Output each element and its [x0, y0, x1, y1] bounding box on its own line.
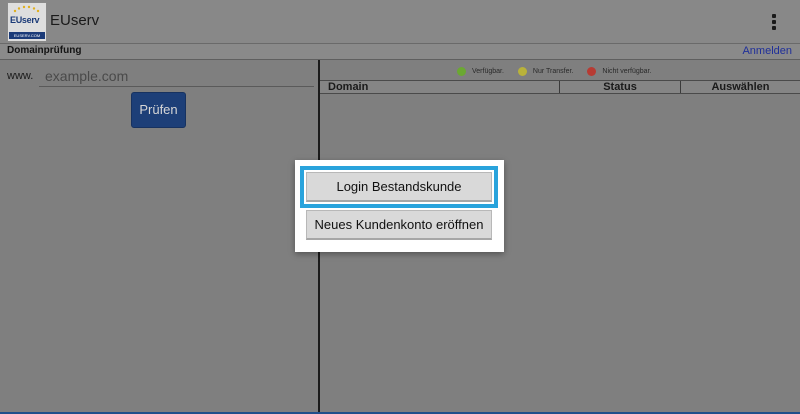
- login-existing-customer-button[interactable]: Login Bestandskunde: [300, 166, 498, 208]
- section-bar: Domainprüfung Anmelden: [0, 44, 800, 60]
- legend-label: Nur Transfer.: [532, 67, 574, 75]
- app-title: EUserv: [50, 12, 100, 29]
- euserv-logo[interactable]: EUserv EUSERV.COM: [7, 2, 47, 42]
- action-bar: EUserv EUSERV.COM EUserv: [0, 0, 800, 44]
- legend-label: Verfügbar.: [472, 67, 504, 75]
- domain-input[interactable]: [39, 65, 314, 87]
- www-prefix-label: www.: [7, 70, 34, 82]
- new-customer-account-button[interactable]: Neues Kundenkonto eröffnen: [306, 210, 492, 240]
- account-choice-dialog: Login Bestandskunde Neues Kundenkonto er…: [295, 160, 504, 252]
- legend-item-unavailable: Nicht verfügbar.: [587, 66, 652, 76]
- availability-legend: Verfügbar. Nur Transfer. Nicht verfügbar…: [457, 65, 665, 77]
- column-header-status[interactable]: Status: [560, 81, 681, 93]
- column-header-select[interactable]: Auswählen: [681, 81, 800, 93]
- unavailable-dot-icon: [587, 66, 597, 76]
- overflow-menu-icon[interactable]: [766, 12, 782, 32]
- logo-strip-text: EUSERV.COM: [9, 32, 45, 39]
- available-dot-icon: [457, 66, 466, 76]
- legend-item-available: Verfügbar.: [457, 66, 504, 76]
- section-title: Domainprüfung: [7, 45, 82, 56]
- logo-brand-text: EUserv: [10, 15, 40, 25]
- results-table-header: Domain Status Auswählen: [320, 80, 800, 94]
- login-link[interactable]: Anmelden: [742, 45, 792, 57]
- check-button[interactable]: Prüfen: [131, 92, 186, 128]
- legend-label: Nicht verfügbar.: [602, 67, 652, 75]
- legend-item-transfer: Nur Transfer.: [517, 66, 574, 76]
- column-header-domain[interactable]: Domain: [320, 81, 560, 93]
- transfer-dot-icon: [517, 66, 527, 76]
- stars-icon: [13, 5, 40, 13]
